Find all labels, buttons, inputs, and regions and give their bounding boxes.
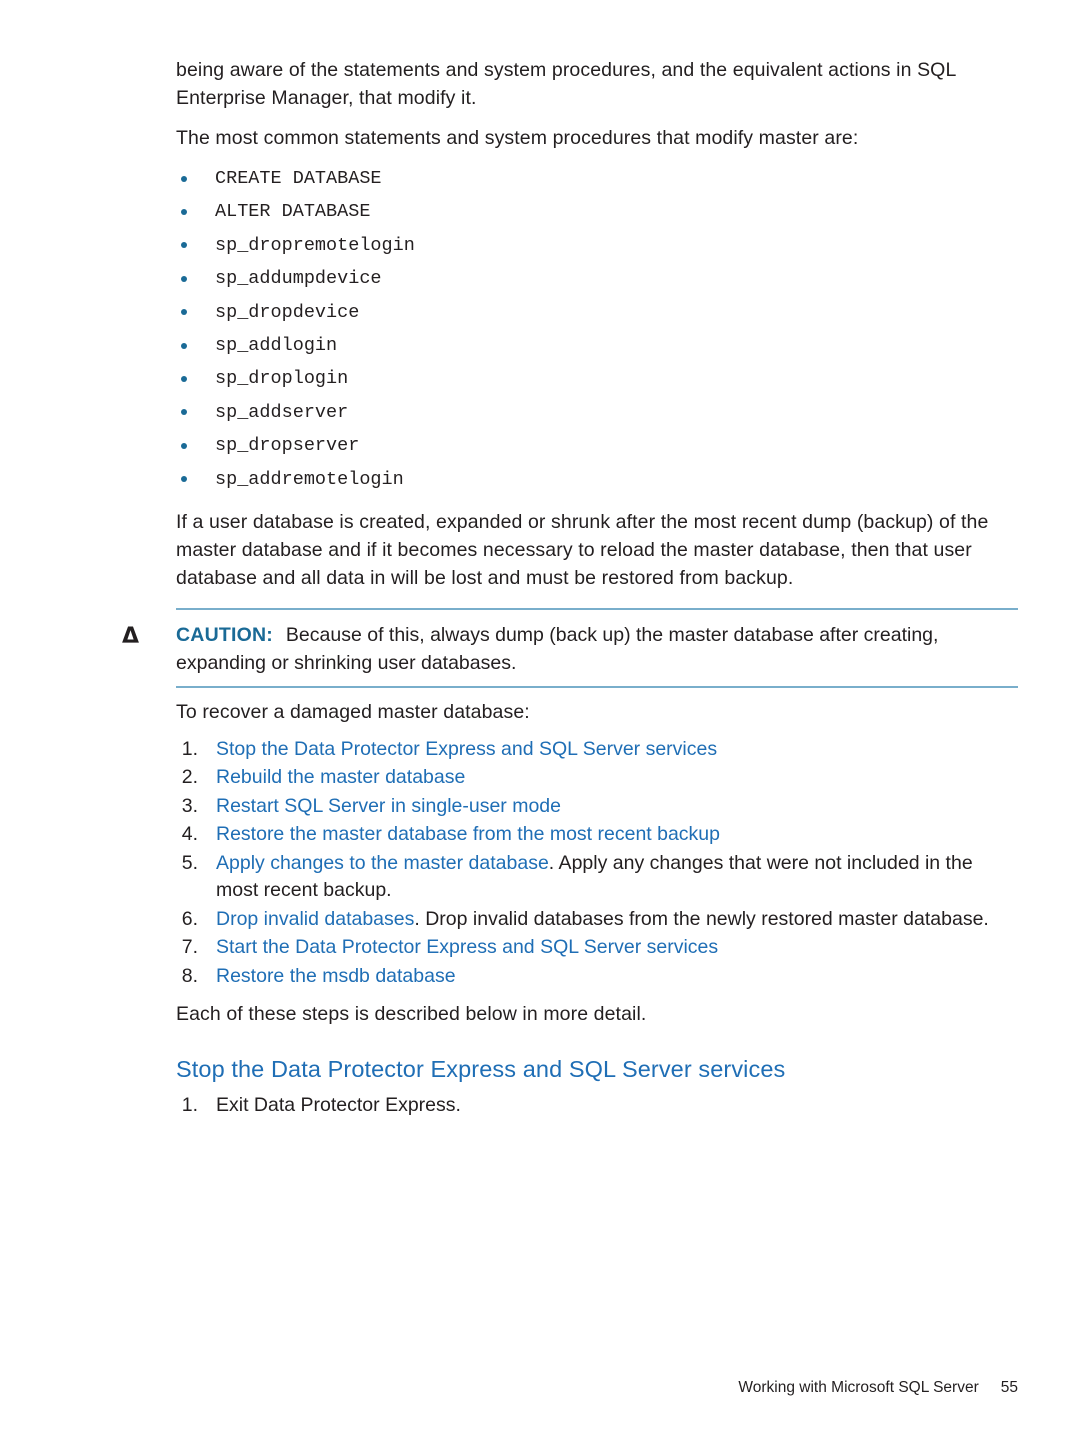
list-item: ALTER DATABASE bbox=[176, 195, 1018, 228]
document-page: being aware of the statements and system… bbox=[0, 0, 1080, 1438]
list-item: sp_dropserver bbox=[176, 429, 1018, 462]
caution-text: Because of this, always dump (back up) t… bbox=[176, 623, 939, 674]
step-link[interactable]: Apply changes to the master database bbox=[216, 852, 549, 874]
bullet-icon bbox=[181, 275, 187, 282]
command-text: sp_addserver bbox=[215, 401, 349, 423]
bullet-icon bbox=[181, 409, 187, 416]
command-text: sp_addlogin bbox=[215, 334, 338, 356]
step-link[interactable]: Restore the msdb database bbox=[216, 965, 456, 987]
list-item: CREATE DATABASE bbox=[176, 162, 1018, 195]
list-item: sp_addremotelogin bbox=[176, 463, 1018, 496]
caution-admonition: Δ CAUTION: Because of this, always dump (… bbox=[122, 607, 1018, 688]
list-item: sp_addumpdevice bbox=[176, 262, 1018, 295]
list-item: 2. Rebuild the master database bbox=[176, 764, 1018, 792]
list-item: 1. Exit Data Protector Express. bbox=[176, 1092, 1018, 1120]
caution-label: CAUTION: bbox=[176, 623, 273, 646]
page-footer: Working with Microsoft SQL Server 55 bbox=[176, 1378, 1018, 1398]
list-item: sp_droplogin bbox=[176, 362, 1018, 395]
command-text: sp_dropremotelogin bbox=[215, 234, 415, 256]
step-text: Exit Data Protector Express. bbox=[216, 1094, 461, 1117]
list-item: 8. Restore the msdb database bbox=[176, 963, 1018, 991]
bullet-icon bbox=[181, 309, 187, 316]
step-number: 7. bbox=[181, 936, 198, 959]
bullet-icon bbox=[181, 175, 187, 182]
list-item: sp_dropdevice bbox=[176, 296, 1018, 329]
step-number: 4. bbox=[181, 823, 198, 846]
bullet-icon bbox=[181, 442, 187, 449]
bullet-icon bbox=[181, 376, 187, 383]
command-text: sp_droplogin bbox=[215, 368, 349, 390]
footer-running-title: Working with Microsoft SQL Server bbox=[738, 1379, 979, 1396]
intro-paragraph-2: The most common statements and system pr… bbox=[176, 127, 859, 149]
list-item: 3. Restart SQL Server in single-user mode bbox=[176, 793, 1018, 821]
command-text: sp_addumpdevice bbox=[215, 268, 382, 290]
step-link[interactable]: Restart SQL Server in single-user mode bbox=[216, 795, 561, 817]
list-item: 6. Drop invalid databases. Drop invalid d… bbox=[176, 906, 1018, 934]
steps-closing: Each of these steps is described below i… bbox=[176, 1003, 647, 1026]
command-text: sp_addremotelogin bbox=[215, 468, 404, 490]
step-number: 3. bbox=[181, 794, 198, 817]
list-item: 1. Stop the Data Protector Express and SQ… bbox=[176, 736, 1018, 764]
step-number: 2. bbox=[181, 766, 198, 789]
warning-paragraph: If a user database is created, expanded … bbox=[176, 510, 989, 589]
list-item: 4. Restore the master database from the m… bbox=[176, 821, 1018, 849]
section-heading: Stop the Data Protector Express and SQL … bbox=[176, 1056, 786, 1083]
command-text: CREATE DATABASE bbox=[215, 168, 382, 189]
step-link[interactable]: Rebuild the master database bbox=[216, 766, 465, 788]
step-link[interactable]: Drop invalid databases bbox=[216, 908, 414, 930]
footer-page-number: 55 bbox=[1000, 1379, 1018, 1396]
step-link[interactable]: Start the Data Protector Express and SQL… bbox=[216, 936, 718, 958]
section-steps-list: 1. Exit Data Protector Express. bbox=[176, 1092, 1018, 1120]
intro-paragraph-1: being aware of the statements and system… bbox=[176, 59, 956, 109]
list-item: 5. Apply changes to the master database. … bbox=[176, 850, 1018, 905]
bullet-icon bbox=[181, 476, 187, 483]
list-item: 7. Start the Data Protector Express and S… bbox=[176, 934, 1018, 962]
bullet-icon bbox=[181, 342, 187, 349]
step-number: 1. bbox=[181, 1094, 198, 1117]
step-number: 1. bbox=[181, 737, 198, 760]
caution-body: CAUTION: Because of this, always dump (ba… bbox=[176, 621, 1018, 677]
command-text: sp_dropdevice bbox=[215, 301, 360, 323]
step-number: 6. bbox=[181, 907, 198, 930]
bullet-icon bbox=[181, 242, 187, 249]
recover-lead-in: To recover a damaged master database: bbox=[176, 700, 530, 723]
step-link[interactable]: Restore the master database from the mos… bbox=[216, 823, 720, 845]
caution-triangle-icon: Δ bbox=[122, 623, 140, 649]
command-text: sp_dropserver bbox=[215, 435, 360, 457]
sql-command-list: CREATE DATABASE ALTER DATABASE sp_dropre… bbox=[176, 162, 1018, 496]
list-item: sp_dropremotelogin bbox=[176, 229, 1018, 262]
list-item: sp_addserver bbox=[176, 396, 1018, 429]
bullet-icon bbox=[181, 209, 187, 216]
command-text: ALTER DATABASE bbox=[215, 201, 371, 223]
step-rest: . Drop invalid databases from the newly … bbox=[414, 907, 989, 930]
step-number: 8. bbox=[181, 964, 198, 987]
page-content: being aware of the statements and system… bbox=[122, 56, 1018, 1130]
step-number: 5. bbox=[181, 851, 198, 874]
list-item: sp_addlogin bbox=[176, 329, 1018, 362]
recovery-steps-list: 1. Stop the Data Protector Express and SQ… bbox=[176, 736, 1018, 991]
step-link[interactable]: Stop the Data Protector Express and SQL … bbox=[216, 738, 717, 760]
